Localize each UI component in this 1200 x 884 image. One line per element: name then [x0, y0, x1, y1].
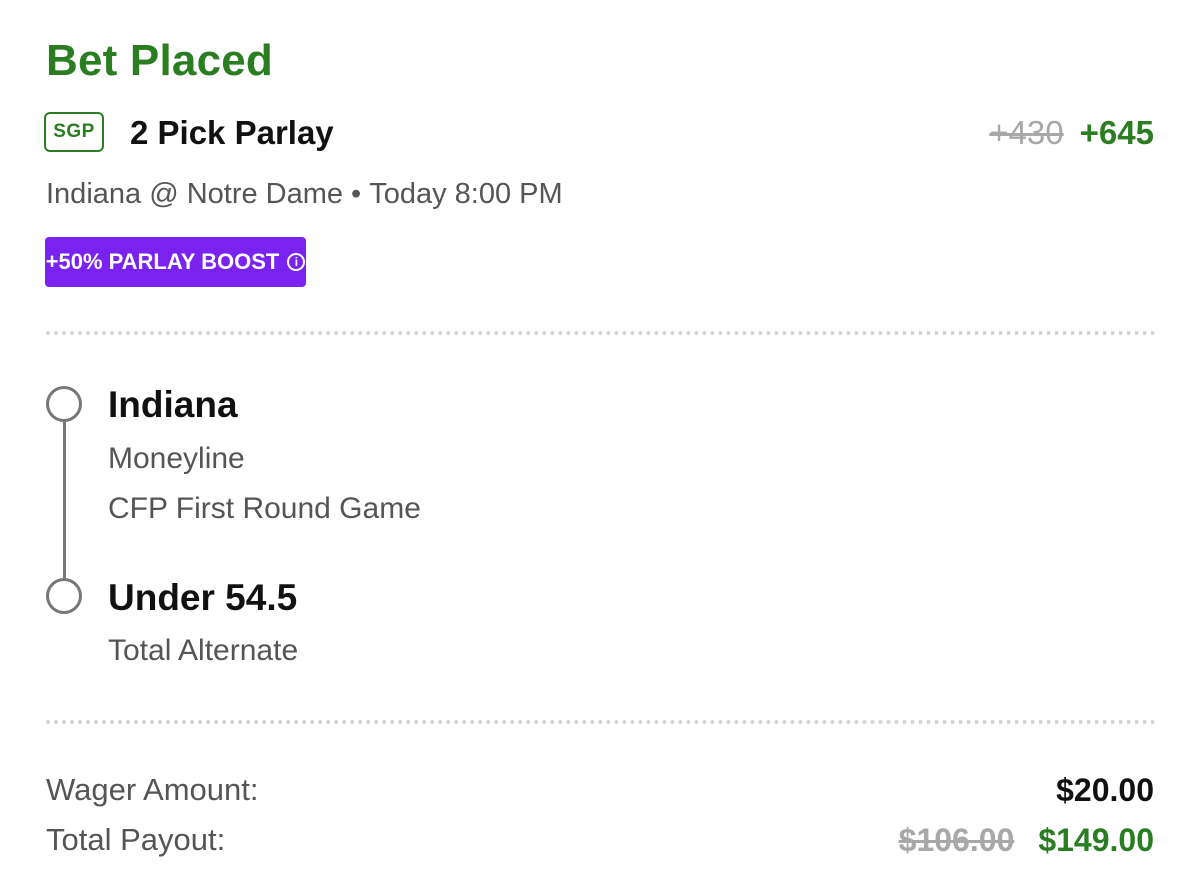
- payout-display: $106.00 $149.00: [899, 822, 1154, 859]
- boost-label: +50% PARLAY BOOST: [45, 249, 280, 274]
- wager-value: $20.00: [1056, 772, 1154, 808]
- original-payout: $106.00: [898, 822, 1015, 858]
- boosted-odds: +645: [1079, 114, 1154, 151]
- boosted-payout: $149.00: [1038, 822, 1154, 858]
- game-info: Indiana @ Notre Dame • Today 8:00 PM: [46, 178, 563, 211]
- payout-label: Total Payout:: [46, 822, 226, 857]
- sgp-badge: SGP: [44, 112, 104, 152]
- matchup: Indiana @ Notre Dame: [46, 178, 344, 210]
- divider: [46, 720, 1156, 724]
- parlay-boost-badge[interactable]: +50% PARLAY BOOST i: [45, 237, 306, 287]
- leg-marker-icon: [46, 578, 82, 614]
- original-odds: +430: [989, 114, 1064, 151]
- odds-display: +430 +645: [989, 114, 1154, 152]
- wager-label: Wager Amount:: [46, 772, 259, 807]
- leg-connector-line: [63, 420, 66, 580]
- leg-market: Total Alternate: [108, 634, 299, 667]
- leg-selection: Under 54.5: [108, 577, 298, 618]
- leg-event: CFP First Round Game: [108, 492, 421, 525]
- leg-selection: Indiana: [108, 384, 238, 425]
- info-icon[interactable]: i: [287, 253, 306, 271]
- divider: [46, 331, 1156, 335]
- parlay-title: 2 Pick Parlay: [130, 114, 334, 151]
- leg-marker-icon: [46, 386, 82, 422]
- leg-market: Moneyline: [108, 442, 245, 475]
- bet-status-title: Bet Placed: [46, 36, 273, 85]
- start-time: Today 8:00 PM: [369, 178, 563, 210]
- separator-dot: •: [351, 178, 362, 210]
